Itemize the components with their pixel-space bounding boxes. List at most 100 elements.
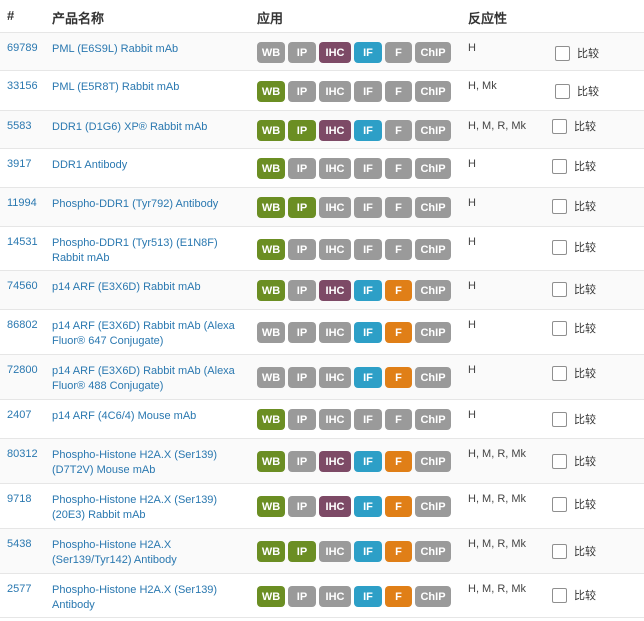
catalog-number-link[interactable]: 9718 xyxy=(7,493,31,505)
compare-control[interactable]: 比较 xyxy=(552,158,596,174)
catalog-number-link[interactable]: 86802 xyxy=(7,319,38,331)
app-badge-if: IF xyxy=(354,451,382,472)
compare-checkbox[interactable] xyxy=(552,496,567,512)
app-badge-if: IF xyxy=(354,158,382,179)
reactivity-text: H xyxy=(468,236,476,248)
compare-control[interactable]: 比较 xyxy=(555,45,599,61)
product-name-link[interactable]: p14 ARF (4C6/4) Mouse mAb xyxy=(52,409,247,424)
product-name-link[interactable]: p14 ARF (E3X6D) Rabbit mAb (Alexa Fluor®… xyxy=(52,319,247,349)
compare-checkbox[interactable] xyxy=(552,587,567,603)
app-badge-chip: ChIP xyxy=(415,322,451,343)
catalog-number-link[interactable]: 3917 xyxy=(7,158,31,170)
product-name-link[interactable]: p14 ARF (E3X6D) Rabbit mAb (Alexa Fluor®… xyxy=(52,364,247,394)
table-row: 80312 Phospho-Histone H2A.X (Ser139) (D7T… xyxy=(0,439,644,484)
app-badge-ip: IP xyxy=(288,586,316,607)
app-badge-if: IF xyxy=(354,81,382,102)
header-product-name: 产品名称 xyxy=(52,11,105,26)
header-catalog-number: # xyxy=(7,8,15,23)
compare-control[interactable]: 比较 xyxy=(552,543,596,559)
app-badge-ihc: IHC xyxy=(319,451,351,472)
app-badge-if: IF xyxy=(354,367,382,388)
product-name-link[interactable]: DDR1 Antibody xyxy=(52,158,247,173)
catalog-number-link[interactable]: 5583 xyxy=(7,120,31,132)
compare-checkbox[interactable] xyxy=(552,453,567,469)
app-badge-f: F xyxy=(385,496,412,517)
app-badge-f: F xyxy=(385,239,412,260)
product-name-link[interactable]: Phospho-DDR1 (Tyr513) (E1N8F) Rabbit mAb xyxy=(52,236,247,266)
compare-checkbox[interactable] xyxy=(552,239,567,255)
app-badge-ihc: IHC xyxy=(319,239,351,260)
catalog-number-link[interactable]: 69789 xyxy=(7,42,38,54)
reactivity-text: H, M, R, Mk xyxy=(468,538,527,550)
product-name-link[interactable]: Phospho-Histone H2A.X (Ser139) (20E3) Ra… xyxy=(52,493,247,523)
app-badge-ip: IP xyxy=(288,120,316,141)
compare-control[interactable]: 比较 xyxy=(552,281,596,297)
reactivity-text: H xyxy=(468,197,476,209)
app-badge-ip: IP xyxy=(288,541,316,562)
app-badge-chip: ChIP xyxy=(415,367,451,388)
compare-control[interactable]: 比较 xyxy=(552,320,596,336)
compare-control[interactable]: 比较 xyxy=(552,118,596,134)
product-name-link[interactable]: PML (E5R8T) Rabbit mAb xyxy=(52,80,247,95)
app-badge-f: F xyxy=(385,367,412,388)
compare-checkbox[interactable] xyxy=(552,281,567,297)
app-badge-ip: IP xyxy=(288,496,316,517)
compare-control[interactable]: 比较 xyxy=(552,453,596,469)
application-badges: WB IP IHC IF F ChIP xyxy=(257,541,451,562)
catalog-number-link[interactable]: 11994 xyxy=(7,197,37,209)
compare-control[interactable]: 比较 xyxy=(555,83,599,99)
app-badge-ip: IP xyxy=(288,322,316,343)
app-badge-if: IF xyxy=(354,42,382,63)
catalog-number-link[interactable]: 2577 xyxy=(7,583,31,595)
app-badge-wb: WB xyxy=(257,451,285,472)
product-name-link[interactable]: Phospho-Histone H2A.X (Ser139) Antibody xyxy=(52,583,247,613)
compare-control[interactable]: 比较 xyxy=(552,198,596,214)
app-badge-ihc: IHC xyxy=(319,280,351,301)
app-badge-ihc: IHC xyxy=(319,409,351,430)
app-badge-f: F xyxy=(385,451,412,472)
product-name-link[interactable]: p14 ARF (E3X6D) Rabbit mAb xyxy=(52,280,247,295)
app-badge-f: F xyxy=(385,120,412,141)
compare-label: 比较 xyxy=(574,546,596,558)
app-badge-wb: WB xyxy=(257,239,285,260)
catalog-number-link[interactable]: 33156 xyxy=(7,80,38,92)
compare-control[interactable]: 比较 xyxy=(552,496,596,512)
catalog-number-link[interactable]: 14531 xyxy=(7,236,38,248)
compare-checkbox[interactable] xyxy=(555,45,570,61)
application-badges: WB IP IHC IF F ChIP xyxy=(257,81,451,102)
table-row: 3917 DDR1 Antibody WB IP IHC IF F ChIP H 比较 xyxy=(0,149,644,188)
application-badges: WB IP IHC IF F ChIP xyxy=(257,42,451,63)
compare-control[interactable]: 比较 xyxy=(552,587,596,603)
reactivity-text: H, M, R, Mk xyxy=(468,120,527,132)
compare-checkbox[interactable] xyxy=(552,320,567,336)
app-badge-f: F xyxy=(385,81,412,102)
compare-checkbox[interactable] xyxy=(552,158,567,174)
catalog-number-link[interactable]: 72800 xyxy=(7,364,38,376)
compare-checkbox[interactable] xyxy=(552,543,567,559)
compare-checkbox[interactable] xyxy=(552,411,567,427)
app-badge-ip: IP xyxy=(288,367,316,388)
catalog-number-link[interactable]: 2407 xyxy=(7,409,31,421)
product-name-link[interactable]: Phospho-Histone H2A.X (Ser139) (D7T2V) M… xyxy=(52,448,247,478)
table-row: 86802 p14 ARF (E3X6D) Rabbit mAb (Alexa F… xyxy=(0,310,644,355)
compare-checkbox[interactable] xyxy=(552,365,567,381)
compare-control[interactable]: 比较 xyxy=(552,411,596,427)
compare-control[interactable]: 比较 xyxy=(552,365,596,381)
compare-checkbox[interactable] xyxy=(552,198,567,214)
catalog-number-link[interactable]: 80312 xyxy=(7,448,38,460)
app-badge-wb: WB xyxy=(257,158,285,179)
app-badge-ihc: IHC xyxy=(319,42,351,63)
catalog-number-link[interactable]: 74560 xyxy=(7,280,38,292)
app-badge-if: IF xyxy=(354,322,382,343)
compare-control[interactable]: 比较 xyxy=(552,239,596,255)
compare-checkbox[interactable] xyxy=(552,118,567,134)
reactivity-text: H xyxy=(468,158,476,170)
product-name-link[interactable]: Phospho-DDR1 (Tyr792) Antibody xyxy=(52,197,247,212)
catalog-number-link[interactable]: 5438 xyxy=(7,538,31,550)
product-name-link[interactable]: PML (E6S9L) Rabbit mAb xyxy=(52,42,247,57)
table-header: # 产品名称 应用 反应性 xyxy=(0,0,644,33)
product-name-link[interactable]: DDR1 (D1G6) XP® Rabbit mAb xyxy=(52,120,247,135)
app-badge-chip: ChIP xyxy=(415,158,451,179)
product-name-link[interactable]: Phospho-Histone H2A.X (Ser139/Tyr142) An… xyxy=(52,538,247,568)
compare-checkbox[interactable] xyxy=(555,83,570,99)
